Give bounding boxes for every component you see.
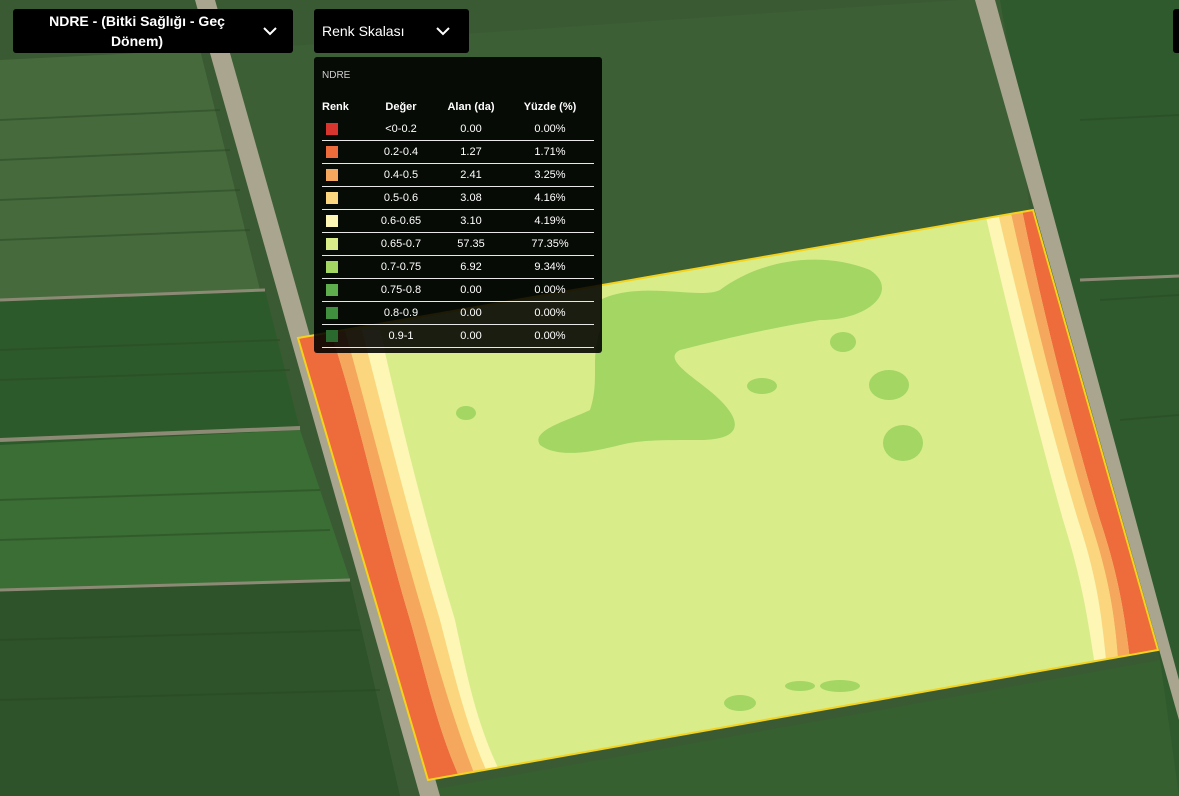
color-swatch <box>326 192 338 205</box>
header-area: Alan (da) <box>447 101 495 113</box>
legend-percent: 4.19% <box>506 209 594 233</box>
farm-parcel <box>0 580 400 796</box>
header-percent: Yüzde (%) <box>523 101 577 113</box>
legend-percent: 4.16% <box>506 186 594 210</box>
legend-table: Renk Değer Alan (da) Yüzde (%) <0-0.2 0.0… <box>322 96 594 348</box>
color-swatch <box>326 330 338 343</box>
legend-row: 0.8-0.9 0.00 0.00% <box>322 301 594 325</box>
legend-value: <0-0.2 <box>366 118 436 141</box>
legend-row: 0.7-0.75 6.92 9.34% <box>322 255 594 279</box>
layer-selector-dropdown[interactable]: NDRE - (Bitki Sağlığı - Geç Dönem) <box>13 9 293 53</box>
legend-area: 0.00 <box>436 278 506 302</box>
chevron-down-icon[interactable] <box>247 26 293 36</box>
layer-selector-label: NDRE - (Bitki Sağlığı - Geç Dönem) <box>49 13 225 49</box>
legend-row: 0.65-0.7 57.35 77.35% <box>322 232 594 256</box>
legend-row: 0.6-0.65 3.10 4.19% <box>322 209 594 233</box>
color-swatch <box>326 238 338 251</box>
legend-value: 0.65-0.7 <box>366 232 436 256</box>
color-swatch <box>326 123 338 136</box>
legend-swatch-cell <box>322 324 366 348</box>
legend-row: 0.9-1 0.00 0.00% <box>322 324 594 348</box>
color-scale-dropdown[interactable]: Renk Skalası <box>314 9 469 53</box>
legend-value: 0.7-0.75 <box>366 255 436 279</box>
header-value: Değer <box>385 101 417 113</box>
legend-area: 0.00 <box>436 301 506 325</box>
legend-percent: 0.00% <box>506 324 594 348</box>
legend-row: <0-0.2 0.00 0.00% <box>322 118 594 141</box>
legend-value: 0.9-1 <box>366 324 436 348</box>
color-swatch <box>326 307 338 320</box>
legend-row: 0.2-0.4 1.27 1.71% <box>322 140 594 164</box>
color-swatch <box>326 284 338 297</box>
legend-value: 0.8-0.9 <box>366 301 436 325</box>
legend-percent: 3.25% <box>506 163 594 187</box>
legend-header-row: Renk Değer Alan (da) Yüzde (%) <box>322 96 594 118</box>
legend-area: 2.41 <box>436 163 506 187</box>
legend-value: 0.4-0.5 <box>366 163 436 187</box>
legend-row: 0.75-0.8 0.00 0.00% <box>322 278 594 302</box>
legend-swatch-cell <box>322 255 366 279</box>
chevron-down-icon[interactable] <box>417 26 469 36</box>
color-swatch <box>326 261 338 274</box>
legend-percent: 0.00% <box>506 278 594 302</box>
legend-swatch-cell <box>322 301 366 325</box>
legend-area: 0.00 <box>436 118 506 141</box>
legend-area: 3.08 <box>436 186 506 210</box>
color-swatch <box>326 169 338 182</box>
legend-swatch-cell <box>322 232 366 256</box>
legend-swatch-cell <box>322 118 366 141</box>
legend-area: 3.10 <box>436 209 506 233</box>
legend-row: 0.4-0.5 2.41 3.25% <box>322 163 594 187</box>
farm-parcel <box>0 430 350 590</box>
legend-row: 0.5-0.6 3.08 4.16% <box>322 186 594 210</box>
color-swatch <box>326 215 338 228</box>
ndre-legend-panel: NDRE Renk Değer Alan (da) Yüzde (%) <0-0… <box>314 57 602 353</box>
legend-percent: 1.71% <box>506 140 594 164</box>
legend-percent: 0.00% <box>506 301 594 325</box>
legend-value: 0.5-0.6 <box>366 186 436 210</box>
legend-title: NDRE <box>322 70 351 81</box>
legend-value: 0.2-0.4 <box>366 140 436 164</box>
legend-value: 0.75-0.8 <box>366 278 436 302</box>
legend-area: 57.35 <box>436 232 506 256</box>
header-color: Renk <box>322 101 349 113</box>
legend-area: 6.92 <box>436 255 506 279</box>
legend-swatch-cell <box>322 140 366 164</box>
legend-area: 1.27 <box>436 140 506 164</box>
legend-percent: 77.35% <box>506 232 594 256</box>
legend-swatch-cell <box>322 163 366 187</box>
legend-area: 0.00 <box>436 324 506 348</box>
legend-percent: 0.00% <box>506 118 594 141</box>
legend-swatch-cell <box>322 186 366 210</box>
legend-swatch-cell <box>322 209 366 233</box>
farm-parcel <box>0 290 300 445</box>
legend-swatch-cell <box>322 278 366 302</box>
legend-percent: 9.34% <box>506 255 594 279</box>
color-scale-label: Renk Skalası <box>322 23 405 39</box>
color-swatch <box>326 146 338 159</box>
legend-value: 0.6-0.65 <box>366 209 436 233</box>
toolbar-edge[interactable] <box>1173 9 1179 53</box>
